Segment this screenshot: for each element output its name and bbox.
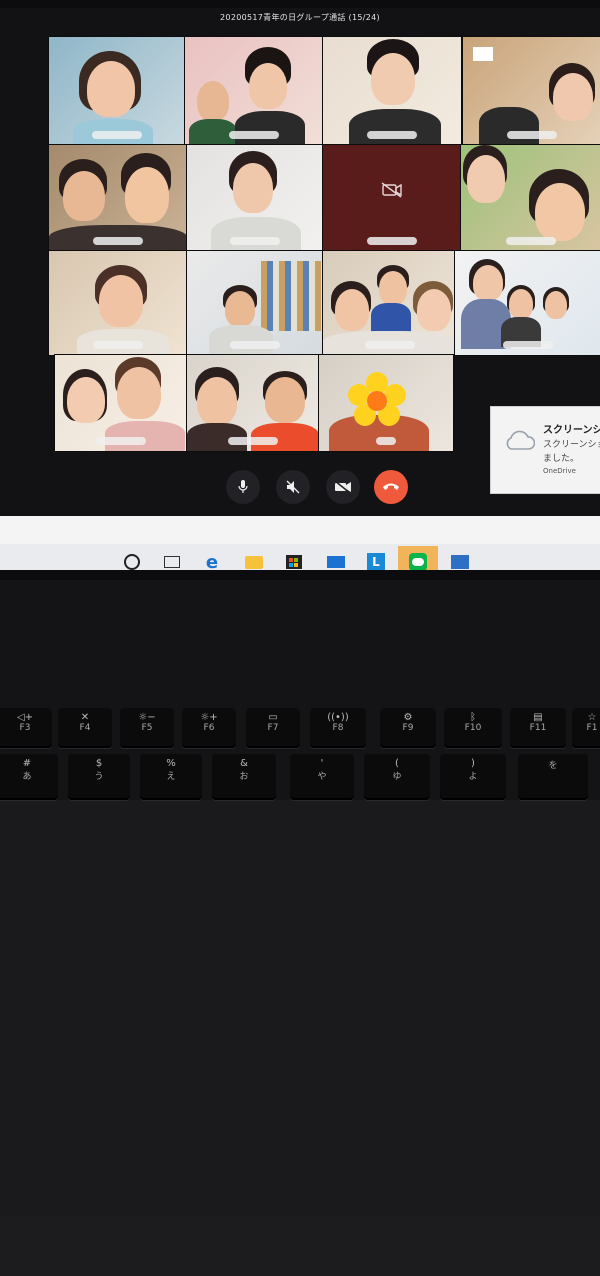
name-label-blur [228,437,278,445]
window-title: 20200517青年の日グループ通話 (15/24) [220,13,380,22]
video-tile[interactable] [318,354,454,452]
line-app-icon[interactable] [398,546,438,570]
name-label-blur [365,341,415,349]
keyboard: ◁+ F3 ✕ F4 ☼− F5 ☼+ F6 ▭ F7 ((•)) F8 ⚙ F9 ᛒ F10 … [0,580,600,1276]
video-tile[interactable] [54,354,188,452]
notification-title: スクリーンショ [543,425,600,436]
key-f3[interactable]: ◁+ F3 [0,708,52,748]
key-f7[interactable]: ▭ F7 [246,708,300,748]
l-app-icon[interactable]: L [362,548,390,570]
video-tile[interactable] [48,36,186,146]
video-grid [48,36,468,456]
video-tile[interactable] [48,144,188,252]
call-controls [226,470,416,506]
name-label-blur [376,437,396,445]
notification-line1: スクリーンショ [543,440,600,450]
key-f12[interactable]: ☆ F1 [572,708,600,748]
name-label-blur [367,131,417,139]
key-f11[interactable]: ▤ F11 [510,708,566,748]
name-label-blur [96,437,146,445]
store-icon[interactable] [280,548,308,570]
camera-button[interactable] [326,470,360,504]
notification-app-name: OneDrive [543,467,576,475]
video-tile[interactable] [322,250,458,356]
video-tile[interactable] [186,250,324,356]
video-tile[interactable] [48,250,188,356]
file-explorer-icon[interactable] [240,548,268,570]
mail-icon[interactable] [322,548,350,570]
video-tile[interactable] [462,36,600,146]
key-f9[interactable]: ⚙ F9 [380,708,436,748]
taskbar: e L [0,544,600,570]
key-7[interactable]: ' や [290,754,354,800]
key-f5[interactable]: ☼− F5 [120,708,174,748]
camera-off-icon [381,181,402,198]
key-f6[interactable]: ☼+ F6 [182,708,236,748]
name-label-blur [230,237,280,245]
video-tile[interactable] [460,144,600,252]
name-label-blur [93,237,143,245]
flower-sticker [348,372,406,426]
key-0[interactable]: を [518,754,588,800]
mic-button[interactable] [226,470,260,504]
key-9[interactable]: ) よ [440,754,506,800]
speaker-muted-icon [286,480,300,494]
speaker-button[interactable] [276,470,310,504]
notification-line2: ました。 [543,454,580,464]
screen: 20200517青年の日グループ通話 (15/24) スクリーンシ スクリーンシ… [0,8,600,570]
video-tile[interactable] [454,250,600,356]
name-label-blur [93,341,143,349]
search-circle-icon[interactable] [118,548,146,570]
name-label-blur [92,131,142,139]
name-label-blur [503,341,553,349]
phone-hangup-icon [383,483,399,490]
video-tile-camera-off[interactable] [322,144,462,252]
video-tile[interactable] [186,354,320,452]
end-call-button[interactable] [374,470,408,504]
key-f8[interactable]: ((•)) F8 [310,708,366,748]
camera-off-icon [334,480,351,494]
keyboard-deck [0,1216,600,1276]
key-f10[interactable]: ᛒ F10 [444,708,502,748]
name-label-blur [229,131,279,139]
key-5[interactable]: % え [140,754,202,800]
cloud-icon [506,430,535,450]
name-label-blur [506,237,556,245]
onedrive-notification[interactable]: スクリーンショ スクリーンショ ました。 OneDrive [490,406,600,494]
video-tile[interactable] [184,36,324,146]
edge-icon[interactable]: e [198,548,226,571]
key-6[interactable]: & お [212,754,276,800]
key-4[interactable]: $ う [68,754,130,800]
name-label-blur [367,237,417,245]
task-view-icon[interactable] [158,548,186,570]
name-label-blur [507,131,557,139]
video-tile[interactable] [186,144,324,252]
name-label-blur [230,341,280,349]
key-3[interactable]: # あ [0,754,58,800]
video-tile[interactable] [322,36,462,146]
photos-icon[interactable] [446,548,474,570]
microphone-icon [238,480,248,493]
key-f4[interactable]: ✕ F4 [58,708,112,748]
key-8[interactable]: (ゆ [364,754,430,800]
